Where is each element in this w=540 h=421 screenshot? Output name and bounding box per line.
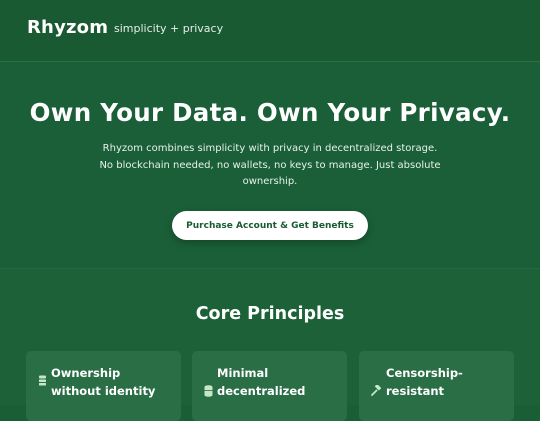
principle-title-line2: resistant bbox=[386, 384, 445, 398]
principle-title-line1: Ownership bbox=[51, 366, 121, 380]
hero-section: Own Your Data. Own Your Privacy. Rhyzom … bbox=[0, 62, 540, 268]
principle-card-ownership: Ownership without identity bbox=[26, 351, 181, 421]
principle-title-line1: Censorship- bbox=[386, 366, 463, 380]
brand-tagline: simplicity + privacy bbox=[114, 22, 224, 35]
principle-title-line2: without identity bbox=[51, 384, 156, 398]
hero-title: Own Your Data. Own Your Privacy. bbox=[29, 98, 511, 127]
principle-title-line2: decentralized bbox=[217, 384, 306, 398]
core-principles-section: Core Principles Ownership without identi… bbox=[0, 268, 540, 421]
principle-card-minimal: Minimal decentralized bbox=[192, 351, 347, 421]
gavel-icon bbox=[371, 384, 382, 399]
principle-card-censorship: Censorship- resistant bbox=[359, 351, 514, 421]
brand-logo[interactable]: Rhyzom bbox=[27, 17, 108, 38]
principle-title-line1: Minimal bbox=[217, 366, 269, 380]
hero-subtitle: Rhyzom combines simplicity with privacy … bbox=[99, 143, 441, 187]
user-lock-icon bbox=[38, 375, 47, 389]
database-icon bbox=[204, 385, 213, 400]
site-header: Rhyzom simplicity + privacy bbox=[0, 0, 540, 62]
purchase-account-button[interactable]: Purchase Account & Get Benefits bbox=[172, 211, 368, 240]
section-title: Core Principles bbox=[195, 304, 345, 324]
